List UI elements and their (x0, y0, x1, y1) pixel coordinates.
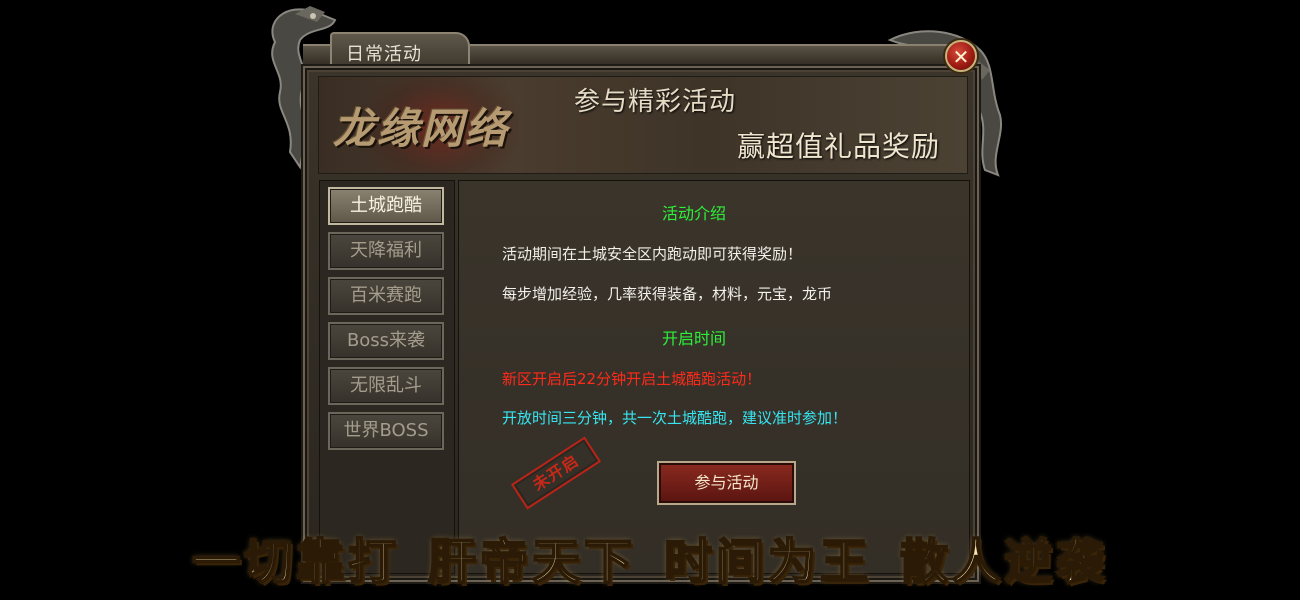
slogan-part-2: 肝帝天下 (427, 533, 636, 591)
sidebar-item-free-brawl[interactable]: 无限乱斗 (328, 367, 444, 405)
activity-sidebar: 土城跑酷 天降福利 百米赛跑 Boss来袭 无限乱斗 世界BOSS (319, 180, 455, 574)
close-button[interactable]: ✕ (945, 40, 977, 72)
slogan-part-4: 散人逆袭 (899, 533, 1109, 591)
window-title: 日常活动 (346, 44, 422, 65)
window-title-tab: 日常活动 (330, 32, 470, 68)
banner-subheadline: 赢超值礼品奖励 (737, 130, 941, 163)
sidebar-item-sky-welfare[interactable]: 天降福利 (328, 232, 444, 270)
intro-text-2: 每步增加经验，几率获得装备，材料，元宝，龙币 (502, 285, 833, 303)
sidebar-item-world-boss[interactable]: 世界BOSS (328, 412, 444, 450)
sidebar-item-tucheng-parkour[interactable]: 土城跑酷 (328, 187, 444, 225)
intro-text-1: 活动期间在土城安全区内跑动即可获得奖励！ (502, 245, 803, 263)
join-activity-button[interactable]: 参与活动 (657, 461, 796, 505)
banner-logo: 龙缘网络 (333, 104, 510, 153)
intro-section-title: 活动介绍 (662, 204, 727, 223)
sidebar-item-100m-race[interactable]: 百米赛跑 (328, 277, 444, 315)
activity-banner: 龙缘网络 参与精彩活动 赢超值礼品奖励 (318, 76, 968, 174)
time-text-2: 开放时间三分钟，共一次土城酷跑，建议准时参加！ (502, 409, 848, 427)
slogan-part-1: 一切靠打 (191, 533, 400, 591)
slogan-part-3: 时间为王 (663, 533, 873, 591)
close-x-icon: ✕ (952, 45, 970, 69)
time-section-title: 开启时间 (662, 329, 727, 348)
time-text-1: 新区开启后22分钟开启土城酷跑活动！ (502, 370, 762, 388)
promo-slogan: 一切靠打 肝帝天下 时间为王 散人逆袭 (0, 522, 1300, 592)
banner-headline: 参与精彩活动 (574, 87, 737, 117)
sidebar-item-boss-raid[interactable]: Boss来袭 (328, 322, 444, 360)
